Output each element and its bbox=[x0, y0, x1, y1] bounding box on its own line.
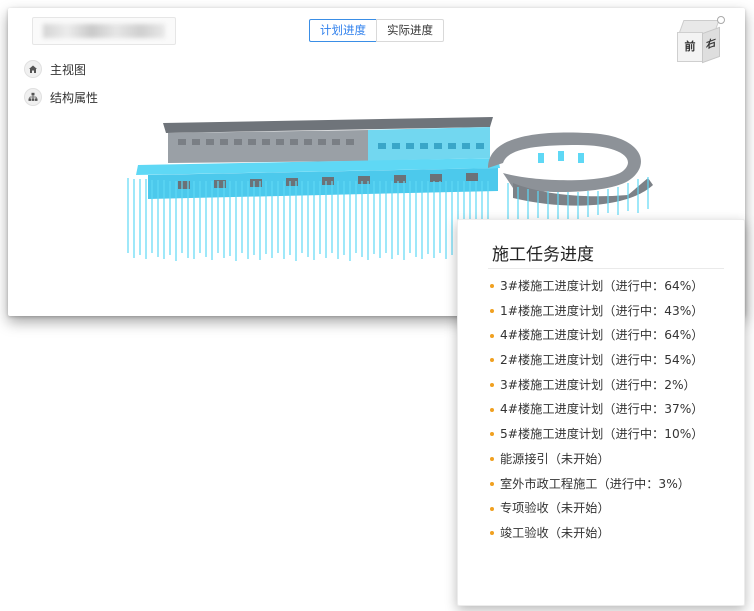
task-label: 能源接引（未开始） bbox=[500, 451, 610, 466]
sidenav-item-structure-properties[interactable]: 结构属性 bbox=[24, 86, 98, 108]
progress-tabs: 计划进度 实际进度 bbox=[309, 19, 444, 42]
task-label: 5#楼施工进度计划（进行中：10%） bbox=[500, 427, 704, 442]
task-item[interactable]: 5#楼施工进度计划（进行中：10%） bbox=[488, 422, 704, 447]
task-label: 3#楼施工进度计划（进行中：2%） bbox=[500, 377, 696, 392]
bullet-icon bbox=[490, 309, 494, 314]
task-label: 2#楼施工进度计划（进行中：54%） bbox=[500, 353, 704, 368]
cube-home-dot[interactable] bbox=[717, 16, 725, 24]
task-list: 3#楼施工进度计划（进行中：64%） 1#楼施工进度计划（进行中：43%） 4#… bbox=[488, 274, 704, 546]
task-item[interactable]: 室外市政工程施工（进行中：3%） bbox=[488, 472, 704, 497]
project-title: ██████████ bbox=[32, 17, 176, 45]
tab-planned-progress[interactable]: 计划进度 bbox=[309, 19, 377, 42]
structure-icon bbox=[24, 88, 42, 106]
task-item[interactable]: 3#楼施工进度计划（进行中：64%） bbox=[488, 274, 704, 299]
bullet-icon bbox=[490, 383, 494, 388]
task-label: 1#楼施工进度计划（进行中：43%） bbox=[500, 303, 704, 318]
task-label: 室外市政工程施工（进行中：3%） bbox=[500, 476, 690, 491]
navigation-cube[interactable]: 前 右 bbox=[677, 16, 725, 64]
side-navigation: 主视图 结构属性 bbox=[24, 58, 98, 114]
cube-front-face[interactable]: 前 bbox=[677, 32, 703, 62]
task-label: 3#楼施工进度计划（进行中：64%） bbox=[500, 279, 704, 293]
task-item[interactable]: 专项验收（未开始） bbox=[488, 496, 704, 521]
task-label: 4#楼施工进度计划（进行中：64%） bbox=[500, 328, 704, 343]
sidenav-item-main-view[interactable]: 主视图 bbox=[24, 58, 98, 80]
construction-task-progress-panel: 施工任务进度 3#楼施工进度计划（进行中：64%） 1#楼施工进度计划（进行中：… bbox=[457, 219, 745, 606]
sidenav-item-label: 主视图 bbox=[50, 62, 87, 77]
bullet-icon bbox=[490, 481, 494, 486]
bullet-icon bbox=[490, 531, 494, 536]
task-item[interactable]: 4#楼施工进度计划（进行中：37%） bbox=[488, 397, 704, 422]
task-label: 竣工验收（未开始） bbox=[500, 525, 610, 540]
task-item[interactable]: 竣工验收（未开始） bbox=[488, 521, 704, 546]
bullet-icon bbox=[490, 358, 494, 363]
task-label: 专项验收（未开始） bbox=[500, 501, 610, 516]
bullet-icon bbox=[490, 506, 494, 511]
bullet-icon bbox=[490, 432, 494, 437]
task-item[interactable]: 2#楼施工进度计划（进行中：54%） bbox=[488, 348, 704, 373]
divider bbox=[488, 268, 724, 269]
home-icon bbox=[24, 60, 42, 78]
bullet-icon bbox=[490, 333, 494, 338]
panel-title: 施工任务进度 bbox=[492, 245, 594, 265]
sidenav-item-label: 结构属性 bbox=[50, 90, 99, 105]
task-item[interactable]: 能源接引（未开始） bbox=[488, 447, 704, 472]
task-item[interactable]: 3#楼施工进度计划（进行中：2%） bbox=[488, 373, 704, 398]
task-label: 4#楼施工进度计划（进行中：37%） bbox=[500, 402, 704, 417]
tab-actual-progress[interactable]: 实际进度 bbox=[376, 19, 444, 42]
bullet-icon bbox=[490, 457, 494, 462]
task-item[interactable]: 4#楼施工进度计划（进行中：64%） bbox=[488, 323, 704, 348]
task-item[interactable]: 1#楼施工进度计划（进行中：43%） bbox=[488, 299, 704, 324]
bullet-icon bbox=[490, 284, 494, 289]
project-title-text: ██████████ bbox=[43, 24, 165, 38]
bullet-icon bbox=[490, 407, 494, 412]
cube-right-face[interactable]: 右 bbox=[702, 26, 720, 64]
